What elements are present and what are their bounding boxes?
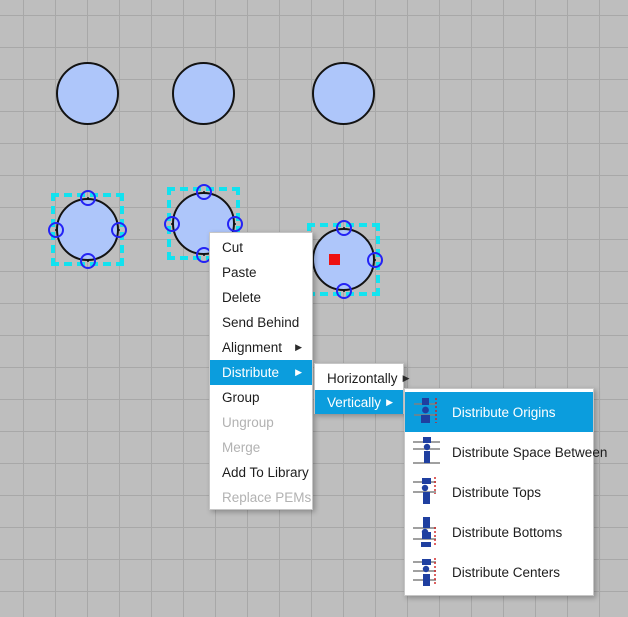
resize-handle-east[interactable] (227, 215, 243, 232)
menu-item-label: Add To Library (222, 465, 309, 480)
circle-glyph (312, 228, 375, 291)
menu-item-label: Distribute Tops (452, 484, 542, 500)
menu-item-distribute-tops[interactable]: Distribute Tops (405, 472, 593, 512)
resize-handle-south[interactable] (335, 283, 352, 299)
menu-item-cut[interactable]: Cut (210, 235, 312, 260)
distribute-vertically-submenu[interactable]: Distribute Origins Distribute Space Betw… (404, 388, 607, 596)
handle-dot (342, 290, 345, 292)
chevron-right-icon: ▶ (295, 342, 302, 352)
handle-dot (202, 191, 205, 193)
distribute-tops-icon (413, 477, 436, 504)
menu-item-delete[interactable]: Delete (210, 285, 312, 310)
chevron-right-icon: ▶ (295, 367, 302, 377)
menu-item-label: Ungroup (222, 415, 274, 430)
menu-item-horizontally[interactable]: Horizontally ▶ (315, 366, 410, 390)
menu-item-label: Vertically (327, 394, 382, 410)
menu-item-label: Cut (222, 240, 244, 255)
menu-item-label: Horizontally (327, 370, 398, 386)
menu-item-label: Distribute Space Between (452, 444, 608, 460)
resize-handle-west[interactable] (48, 221, 64, 238)
circle-glyph (56, 62, 119, 125)
menu-item-label: Alignment (222, 340, 283, 355)
menu-item-label: Group (222, 390, 260, 405)
resize-handle-east[interactable] (367, 251, 383, 268)
menu-item-label: Paste (222, 265, 257, 280)
handle-dot (55, 228, 57, 231)
menu-item-label: Distribute (222, 365, 280, 380)
handle-dot (171, 222, 173, 225)
handle-dot (86, 197, 89, 199)
resize-handle-north[interactable] (79, 190, 96, 206)
menu-item-distribute-bottoms[interactable]: Distribute Bottoms (405, 512, 593, 552)
distribute-space-between-icon (413, 437, 440, 464)
distribute-origins-icon (414, 398, 437, 423)
handle-dot (234, 222, 236, 225)
menu-item-send-behind[interactable]: Send Behind (210, 310, 312, 335)
handle-dot (202, 254, 205, 256)
context-menu[interactable]: Cut Paste Delete Send Behind Alignment ▶… (209, 232, 313, 510)
handle-dot (86, 260, 89, 262)
menu-item-label: Distribute Origins (452, 404, 556, 420)
resize-handle-west[interactable] (164, 215, 180, 232)
handle-dot (374, 258, 376, 261)
circle-glyph (312, 62, 375, 125)
menu-item-label: Distribute Bottoms (452, 524, 563, 540)
menu-item-distribute-origins[interactable]: Distribute Origins (405, 392, 593, 432)
menu-item-label: Delete (222, 290, 262, 305)
resize-handle-south[interactable] (79, 253, 96, 269)
menu-item-label: Distribute Centers (452, 564, 561, 580)
menu-item-label: Send Behind (222, 315, 300, 330)
chevron-right-icon: ▶ (402, 372, 410, 383)
resize-handle-north[interactable] (195, 184, 212, 200)
menu-item-replace-pems: Replace PEMs (210, 485, 312, 510)
distribute-submenu[interactable]: Horizontally ▶ Vertically ▶ (314, 363, 410, 414)
resize-handle-north[interactable] (335, 220, 352, 236)
distribute-centers-icon (413, 558, 436, 586)
menu-item-vertically[interactable]: Vertically ▶ (315, 390, 403, 414)
menu-item-distribute-space-between[interactable]: Distribute Space Between (405, 432, 607, 472)
anchor-origin-marker (329, 254, 340, 265)
menu-item-ungroup: Ungroup (210, 410, 312, 435)
menu-item-alignment[interactable]: Alignment ▶ (210, 335, 312, 360)
handle-dot (118, 228, 120, 231)
menu-item-group[interactable]: Group (210, 385, 312, 410)
menu-item-merge: Merge (210, 435, 312, 460)
distribute-bottoms-icon (413, 517, 436, 547)
handle-dot (342, 227, 345, 229)
menu-item-distribute-centers[interactable]: Distribute Centers (405, 552, 593, 592)
menu-item-distribute[interactable]: Distribute ▶ (210, 360, 312, 385)
application-window: Cut Paste Delete Send Behind Alignment ▶… (0, 0, 628, 617)
resize-handle-east[interactable] (111, 221, 127, 238)
menu-item-paste[interactable]: Paste (210, 260, 312, 285)
menu-item-label: Replace PEMs (222, 490, 312, 505)
chevron-right-icon: ▶ (386, 396, 394, 407)
circle-glyph (56, 198, 119, 261)
menu-item-add-to-library[interactable]: Add To Library (210, 460, 312, 485)
circle-glyph (172, 62, 235, 125)
menu-item-label: Merge (222, 440, 261, 455)
